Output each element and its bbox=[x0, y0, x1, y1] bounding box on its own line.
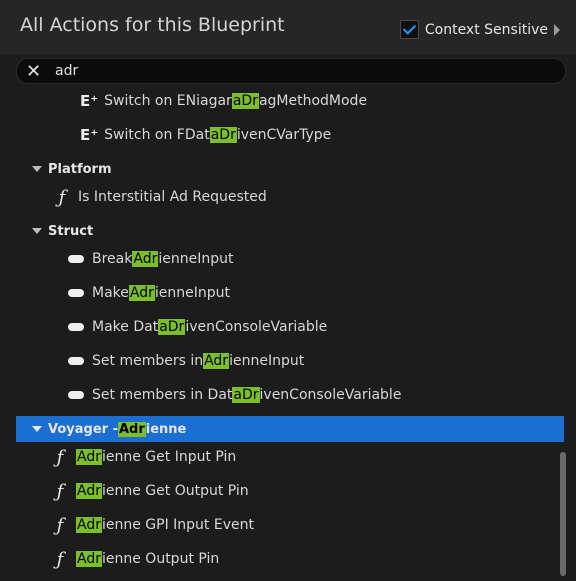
search-input[interactable]: adr bbox=[55, 63, 78, 79]
collapse-arrow-icon[interactable] bbox=[32, 426, 42, 432]
action-row[interactable]: Make Dat aDr ivenConsoleVariable bbox=[16, 314, 564, 340]
action-label-prefix: Break bbox=[92, 251, 133, 267]
action-label-prefix: Make Dat bbox=[92, 319, 159, 335]
blueprint-actions-panel: All Actions for this Blueprint Context S… bbox=[0, 0, 576, 581]
action-row[interactable]: ƒ Adr ienne Output Pin bbox=[16, 546, 564, 572]
action-label-suffix: ienne Get Input Pin bbox=[101, 449, 237, 465]
search-highlight: Adr bbox=[203, 353, 230, 369]
action-list[interactable]: E⁺ Switch on ENiagar aDr agMethodMode E⁺ Swit… bbox=[16, 84, 564, 581]
function-icon: ƒ bbox=[56, 446, 64, 468]
struct-icon bbox=[68, 357, 84, 365]
action-label-prefix: Switch on ENiagar bbox=[104, 93, 232, 109]
action-row[interactable]: ƒ Adr ienne Get Input Pin bbox=[16, 444, 564, 470]
action-row[interactable]: ƒ Adr ienne Get Output Pin bbox=[16, 478, 564, 504]
search-highlight: aDr bbox=[158, 319, 186, 335]
action-label-suffix: agMethodMode bbox=[258, 93, 368, 109]
action-label-prefix: Is Interstitial Ad Requested bbox=[78, 189, 267, 205]
search-highlight: aDr bbox=[209, 127, 237, 143]
switch-icon: E⁺ bbox=[80, 92, 99, 110]
search-highlight: Adr bbox=[128, 285, 155, 301]
action-label-suffix: ienne Output Pin bbox=[101, 551, 220, 567]
search-highlight: Adr bbox=[76, 517, 102, 533]
category-row[interactable]: Platform bbox=[16, 156, 564, 182]
struct-icon bbox=[68, 391, 84, 399]
panel-title: All Actions for this Blueprint bbox=[20, 14, 285, 36]
action-label-suffix: ivenCVarType bbox=[236, 127, 332, 143]
category-label-suffix: ienne bbox=[145, 421, 187, 437]
action-label-suffix: ienne GPI Input Event bbox=[101, 517, 254, 533]
function-icon: ƒ bbox=[56, 548, 64, 570]
action-label-suffix: ienne Get Output Pin bbox=[101, 483, 249, 499]
search-highlight: Adr bbox=[76, 551, 102, 567]
context-sensitive-label: Context Sensitive bbox=[424, 21, 548, 38]
category-label-prefix: Voyager - bbox=[48, 421, 118, 437]
action-row[interactable]: E⁺ Switch on FDat aDr ivenCVarType bbox=[16, 122, 564, 148]
search-highlight: Adr bbox=[117, 421, 146, 437]
action-row[interactable]: Set members in Dat aDr ivenConsoleVariable bbox=[16, 382, 564, 408]
scrollbar[interactable] bbox=[560, 452, 566, 576]
context-sensitive-toggle[interactable]: Context Sensitive bbox=[399, 20, 560, 39]
search-highlight: Adr bbox=[76, 483, 102, 499]
action-row[interactable]: Break Adr ienneInput bbox=[16, 246, 564, 272]
struct-icon bbox=[68, 255, 84, 263]
context-sensitive-checkbox[interactable] bbox=[399, 20, 419, 39]
search-highlight: aDr bbox=[231, 93, 259, 109]
function-icon: ƒ bbox=[58, 186, 66, 208]
action-label-suffix: ienneInput bbox=[158, 251, 234, 267]
search-highlight: Adr bbox=[132, 251, 159, 267]
category-row[interactable]: Voyager - Adr ienne bbox=[16, 416, 564, 442]
struct-icon bbox=[68, 289, 84, 297]
function-icon: ƒ bbox=[56, 480, 64, 502]
struct-icon bbox=[68, 323, 84, 331]
search-field[interactable]: ✕ adr bbox=[16, 58, 566, 84]
action-row[interactable]: Set members in Adr ienneInput bbox=[16, 348, 564, 374]
action-row[interactable]: Make Adr ienneInput bbox=[16, 280, 564, 306]
action-label-suffix: ivenConsoleVariable bbox=[259, 387, 402, 403]
action-row[interactable]: ƒ Adr ienne GPI Input Event bbox=[16, 512, 564, 538]
category-label: Platform bbox=[48, 161, 112, 177]
collapse-arrow-icon[interactable] bbox=[32, 166, 42, 172]
collapse-arrow-icon[interactable] bbox=[32, 228, 42, 234]
action-label-prefix: Set members in Dat bbox=[92, 387, 233, 403]
clear-search-icon[interactable]: ✕ bbox=[26, 61, 41, 82]
category-row[interactable]: Struct bbox=[16, 218, 564, 244]
panel-header: All Actions for this Blueprint Context S… bbox=[0, 0, 576, 54]
action-label-prefix: Set members in bbox=[92, 353, 204, 369]
search-highlight: aDr bbox=[232, 387, 260, 403]
action-label-suffix: ienneInput bbox=[154, 285, 230, 301]
action-label-suffix: ienneInput bbox=[229, 353, 305, 369]
action-label-prefix: Make bbox=[92, 285, 129, 301]
category-label: Struct bbox=[48, 223, 94, 239]
function-icon: ƒ bbox=[56, 514, 64, 536]
expand-arrow-icon[interactable] bbox=[554, 23, 560, 36]
switch-icon: E⁺ bbox=[80, 126, 99, 144]
search-highlight: Adr bbox=[76, 449, 102, 465]
action-label-prefix: Switch on FDat bbox=[104, 127, 210, 143]
action-row[interactable]: E⁺ Switch on ENiagar aDr agMethodMode bbox=[16, 88, 564, 114]
action-label-suffix: ivenConsoleVariable bbox=[185, 319, 328, 335]
action-row[interactable]: ƒ Is Interstitial Ad Requested bbox=[16, 184, 564, 210]
